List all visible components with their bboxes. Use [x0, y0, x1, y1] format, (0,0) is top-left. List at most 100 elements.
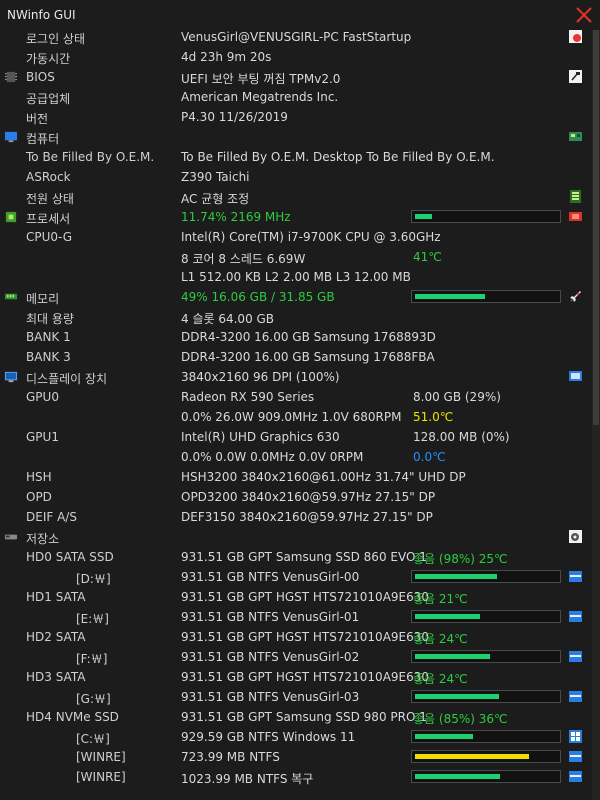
row-value-secondary: 좋음 (98%) 25℃: [413, 552, 508, 566]
info-row[interactable]: BANK 1 DDR4-3200 16.00 GB Samsung 1768893…: [0, 327, 600, 347]
info-row[interactable]: [WINRE] 1023.99 MB NTFS 복구: [0, 767, 600, 787]
info-row[interactable]: HD1 SATA 931.51 GB GPT HGST HTS721010A9E6…: [0, 587, 600, 607]
info-row[interactable]: GPU1 Intel(R) UHD Graphics 630 128.00 MB (…: [0, 427, 600, 447]
row-value: HSH3200 3840x2160@61.00Hz 31.74" UHD DP: [181, 470, 466, 484]
info-row[interactable]: [WINRE] 723.99 MB NTFS: [0, 747, 600, 767]
info-row[interactable]: 8 코어 8 스레드 6.69W 41℃: [0, 247, 600, 267]
info-row[interactable]: 로그인 상태 VenusGirl@VENUSGIRL-PC FastStartup: [0, 27, 600, 47]
row-value: 723.99 MB NTFS: [181, 750, 280, 764]
usage-bar-fill: [415, 734, 473, 739]
info-row[interactable]: To Be Filled By O.E.M. To Be Filled By O.…: [0, 147, 600, 167]
info-row[interactable]: OPD OPD3200 3840x2160@59.97Hz 27.15" DP: [0, 487, 600, 507]
info-row[interactable]: [D:￦] 931.51 GB NTFS VenusGirl-00: [0, 567, 600, 587]
row-label: HD4 NVMe SSD: [26, 710, 119, 724]
row-value: OPD3200 3840x2160@59.97Hz 27.15" DP: [181, 490, 436, 504]
info-row[interactable]: [G:￦] 931.51 GB NTFS VenusGirl-03: [0, 687, 600, 707]
row-label: 디스플레이 장치: [26, 372, 108, 386]
row-value: Intel(R) UHD Graphics 630: [181, 430, 340, 444]
drive-icon[interactable]: [568, 769, 583, 784]
row-value: AC 균형 조정: [181, 192, 250, 206]
info-row[interactable]: [F:￦] 931.51 GB NTFS VenusGirl-02: [0, 647, 600, 667]
row-value-secondary: 41℃: [413, 250, 442, 264]
close-icon[interactable]: [573, 4, 595, 26]
info-row[interactable]: CPU0-G Intel(R) Core(TM) i7-9700K CPU @ 3…: [0, 227, 600, 247]
usage-bar-fill: [415, 774, 500, 779]
row-value: 931.51 GB GPT HGST HTS721010A9E630: [181, 630, 430, 644]
settings-monitor-icon[interactable]: [568, 369, 583, 384]
section-header-row[interactable]: 컴퓨터: [0, 127, 600, 147]
chip-red-icon[interactable]: [568, 209, 583, 224]
row-label: [WINRE]: [76, 770, 126, 784]
info-list: 로그인 상태 VenusGirl@VENUSGIRL-PC FastStartup…: [0, 27, 600, 787]
vertical-scrollbar[interactable]: [592, 30, 600, 800]
info-row[interactable]: [C:￦] 929.59 GB NTFS Windows 11: [0, 727, 600, 747]
row-label: [WINRE]: [76, 750, 126, 764]
drive-icon[interactable]: [568, 689, 583, 704]
usage-bar: [411, 290, 561, 303]
info-row[interactable]: 버전 P4.30 11/26/2019: [0, 107, 600, 127]
section-header-row[interactable]: 메모리 49% 16.06 GB / 31.85 GB: [0, 287, 600, 307]
row-value-secondary: 좋음 (85%) 36℃: [413, 712, 508, 726]
info-row[interactable]: BIOS UEFI 보안 부팅 꺼짐 TPMv2.0: [0, 67, 600, 87]
info-row[interactable]: 0.0% 0.0W 0.0MHz 0.0V 0RPM 0.0℃: [0, 447, 600, 467]
info-row[interactable]: ASRock Z390 Taichi: [0, 167, 600, 187]
row-label: BANK 3: [26, 350, 71, 364]
row-value: 8 코어 8 스레드 6.69W: [181, 252, 306, 266]
info-row[interactable]: BANK 3 DDR4-3200 16.00 GB Samsung 17688FB…: [0, 347, 600, 367]
windows-icon[interactable]: [568, 729, 583, 744]
row-value: 3840x2160 96 DPI (100%): [181, 370, 340, 384]
row-label: [G:￦]: [76, 692, 111, 706]
section-header-row[interactable]: 프로세서 11.74% 2169 MHz: [0, 207, 600, 227]
row-value: 931.51 GB NTFS VenusGirl-01: [181, 610, 360, 624]
row-label: GPU1: [26, 430, 59, 444]
info-row[interactable]: 전원 상태 AC 균형 조정: [0, 187, 600, 207]
usage-bar: [411, 730, 561, 743]
info-row[interactable]: 가동시간 4d 23h 9m 20s: [0, 47, 600, 67]
row-value: DDR4-3200 16.00 GB Samsung 17688FBA: [181, 350, 435, 364]
drive-icon[interactable]: [568, 749, 583, 764]
info-row[interactable]: HSH HSH3200 3840x2160@61.00Hz 31.74" UHD …: [0, 467, 600, 487]
row-label: 공급업체: [26, 92, 71, 106]
row-value: P4.30 11/26/2019: [181, 110, 288, 124]
drive-icon[interactable]: [568, 649, 583, 664]
info-row[interactable]: L1 512.00 KB L2 2.00 MB L3 12.00 MB: [0, 267, 600, 287]
row-label: 전원 상태: [26, 192, 74, 206]
section-header-row[interactable]: 디스플레이 장치 3840x2160 96 DPI (100%): [0, 367, 600, 387]
drive-icon[interactable]: [568, 569, 583, 584]
usage-bar: [411, 570, 561, 583]
row-value: L1 512.00 KB L2 2.00 MB L3 12.00 MB: [181, 270, 411, 284]
info-row[interactable]: HD4 NVMe SSD 931.51 GB GPT Samsung SSD 98…: [0, 707, 600, 727]
user-icon[interactable]: [568, 29, 583, 44]
info-row[interactable]: 0.0% 26.0W 909.0MHz 1.0V 680RPM 51.0℃: [0, 407, 600, 427]
info-row[interactable]: [E:￦] 931.51 GB NTFS VenusGirl-01: [0, 607, 600, 627]
row-value: 929.59 GB NTFS Windows 11: [181, 730, 356, 744]
computer-icon: [4, 131, 18, 143]
cpu-icon: [5, 211, 17, 223]
row-value: 49% 16.06 GB / 31.85 GB: [181, 290, 335, 304]
disk-gear-icon[interactable]: [568, 529, 583, 544]
row-label: BIOS: [26, 70, 55, 84]
bios-doc-icon[interactable]: [568, 69, 583, 84]
rocket-icon[interactable]: [568, 289, 583, 304]
info-row[interactable]: DEIF A/S DEF3150 3840x2160@59.97Hz 27.15"…: [0, 507, 600, 527]
row-label: HD3 SATA: [26, 670, 86, 684]
row-value-secondary: 128.00 MB (0%): [413, 430, 510, 444]
usage-bar-fill: [415, 614, 480, 619]
pcb-icon[interactable]: [568, 129, 583, 144]
scrollbar-thumb[interactable]: [593, 30, 599, 425]
drive-icon[interactable]: [568, 609, 583, 624]
info-row[interactable]: 공급업체 American Megatrends Inc.: [0, 87, 600, 107]
section-header-row[interactable]: 저장소: [0, 527, 600, 547]
row-value: Intel(R) Core(TM) i7-9700K CPU @ 3.60GHz: [181, 230, 441, 244]
row-label: HD2 SATA: [26, 630, 86, 644]
info-row[interactable]: 최대 용량 4 슬롯 64.00 GB: [0, 307, 600, 327]
window-title: NWinfo GUI: [7, 8, 76, 22]
battery-icon[interactable]: [568, 189, 583, 204]
row-label: DEIF A/S: [26, 510, 77, 524]
info-row[interactable]: HD0 SATA SSD 931.51 GB GPT Samsung SSD 86…: [0, 547, 600, 567]
info-row[interactable]: HD2 SATA 931.51 GB GPT HGST HTS721010A9E6…: [0, 627, 600, 647]
info-row[interactable]: HD3 SATA 931.51 GB GPT HGST HTS721010A9E6…: [0, 667, 600, 687]
info-row[interactable]: GPU0 Radeon RX 590 Series 8.00 GB (29%): [0, 387, 600, 407]
row-value: 931.51 GB GPT HGST HTS721010A9E630: [181, 590, 430, 604]
row-label: 가동시간: [26, 52, 71, 66]
